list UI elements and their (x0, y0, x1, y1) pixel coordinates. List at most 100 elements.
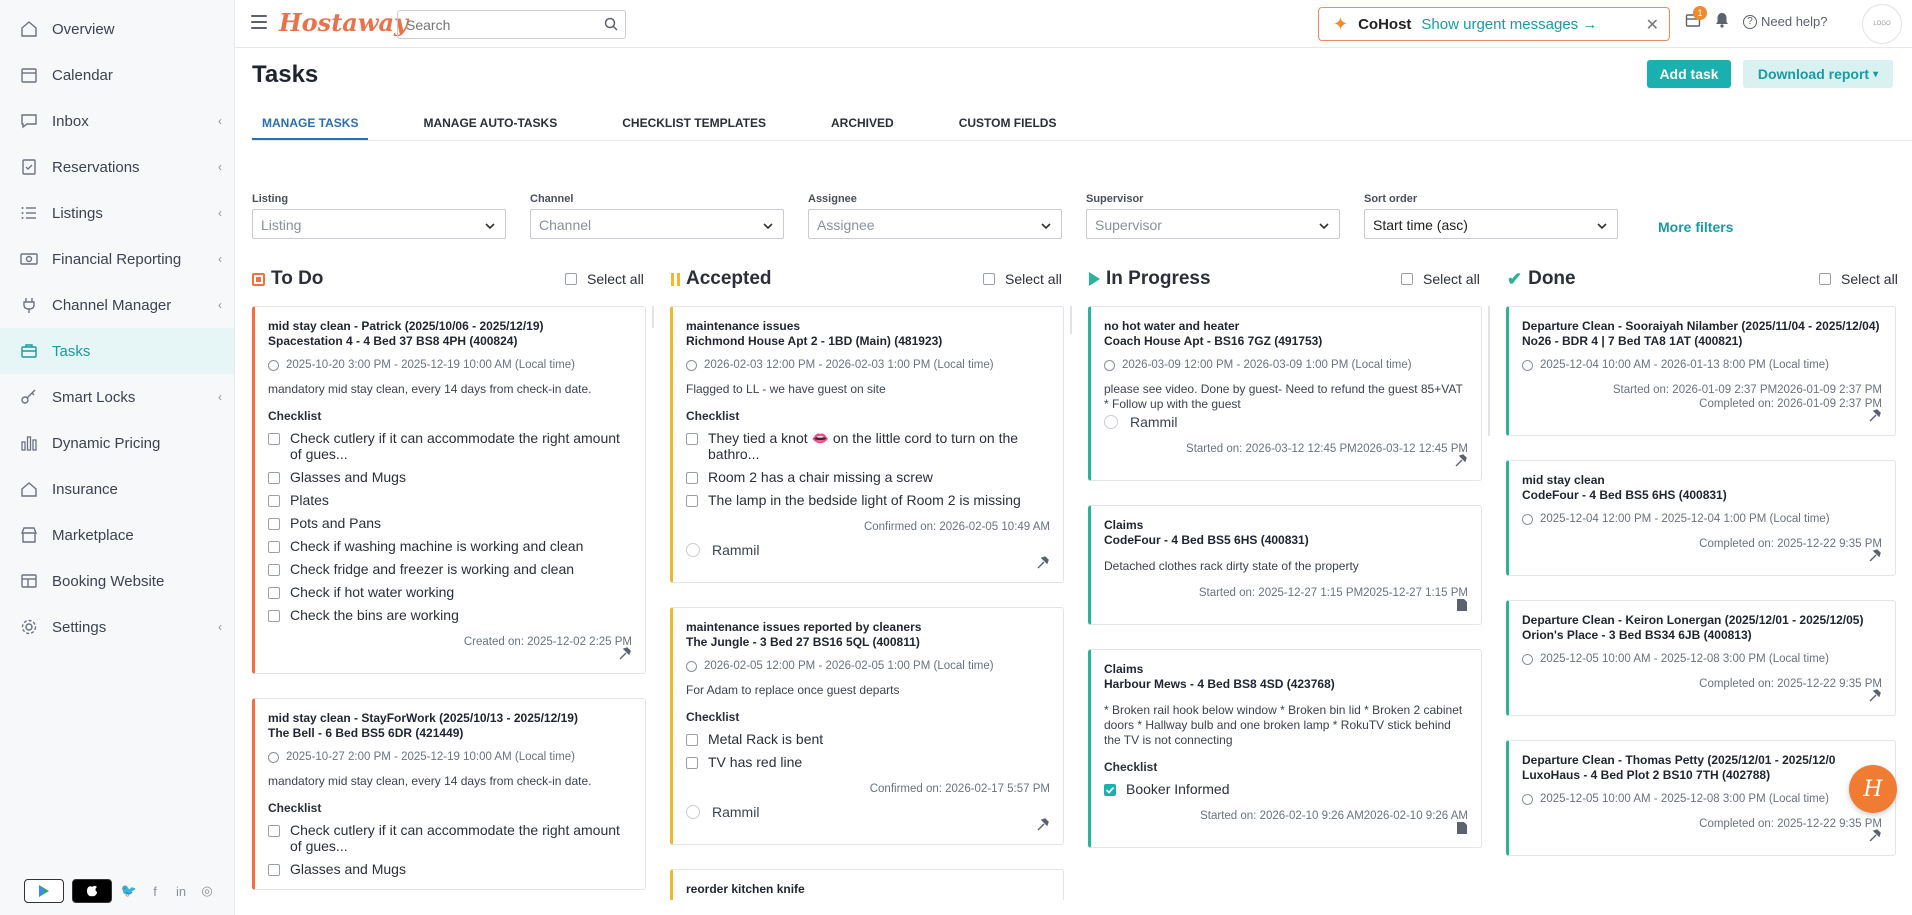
checklist-item[interactable]: Metal Rack is bent (686, 731, 1050, 747)
task-card[interactable]: Departure Clean - Sooraiyah Nilamber (20… (1506, 306, 1896, 436)
task-card[interactable]: Departure Clean - Thomas Petty (2025/12/… (1506, 740, 1896, 856)
twitter-icon[interactable]: 🐦 (120, 883, 138, 899)
select-all-todo[interactable]: Select all (565, 271, 644, 287)
task-title[interactable]: mid stay clean - StayForWork (2025/10/13… (268, 711, 632, 726)
sidebar-item-calendar[interactable]: Calendar (0, 52, 234, 98)
facebook-icon[interactable]: f (146, 884, 164, 899)
avatar[interactable]: LOGO (1862, 4, 1902, 44)
checklist-item[interactable]: Check the bins are working (268, 607, 632, 623)
filter-select[interactable]: Listing (252, 209, 506, 239)
task-title[interactable]: maintenance issues reported by cleaners (686, 620, 1050, 635)
checklist-item[interactable]: TV has red line (686, 754, 1050, 770)
checklist-checkbox[interactable] (268, 587, 280, 599)
filter-select[interactable]: Channel (530, 209, 784, 239)
sidebar-item-tasks[interactable]: Tasks (0, 328, 234, 374)
checklist-item[interactable]: Booker Informed (1104, 781, 1468, 797)
download-report-button[interactable]: Download report ▾ (1743, 60, 1893, 88)
hammer-icon[interactable] (1036, 556, 1049, 572)
filter-select[interactable]: Assignee (808, 209, 1062, 239)
task-title[interactable]: mid stay clean - Patrick (2025/10/06 - 2… (268, 319, 632, 334)
sidebar-item-marketplace[interactable]: Marketplace (0, 512, 234, 558)
checklist-checkbox[interactable] (686, 433, 698, 445)
sidebar-item-overview[interactable]: Overview (0, 6, 234, 52)
task-card[interactable]: Claims Harbour Mews - 4 Bed BS8 4SD (4237… (1088, 649, 1482, 848)
checklist-checkbox[interactable] (686, 734, 698, 746)
task-card[interactable]: mid stay clean CodeFour - 4 Bed BS5 6HS (… (1506, 460, 1896, 576)
checklist-item[interactable]: Check cutlery if it can accommodate the … (268, 822, 632, 854)
chevron-left-icon[interactable]: ‹ (218, 114, 222, 128)
checklist-item[interactable]: Check if washing machine is working and … (268, 538, 632, 554)
sidebar-item-reservations[interactable]: Reservations ‹ (0, 144, 234, 190)
checklist-checkbox[interactable] (268, 825, 280, 837)
tab-manage-tasks[interactable]: MANAGE TASKS (252, 110, 369, 140)
checklist-item[interactable]: Room 2 has a chair missing a screw (686, 469, 1050, 485)
sidebar-item-financial-reporting[interactable]: Financial Reporting ‹ (0, 236, 234, 282)
more-filters-link[interactable]: More filters (1658, 219, 1733, 235)
select-all-checkbox[interactable] (1401, 273, 1413, 285)
checklist-item[interactable]: They tied a knot 👄 on the little cord to… (686, 430, 1050, 462)
sidebar-item-dynamic-pricing[interactable]: Dynamic Pricing (0, 420, 234, 466)
tab-checklist-templates[interactable]: CHECKLIST TEMPLATES (612, 110, 776, 140)
chevron-left-icon[interactable]: ‹ (218, 390, 222, 404)
task-card[interactable]: Departure Clean - Keiron Lonergan (2025/… (1506, 600, 1896, 716)
task-title[interactable]: maintenance issues (686, 319, 1050, 334)
select-all-done[interactable]: Select all (1819, 271, 1898, 287)
search-box[interactable] (397, 10, 626, 39)
checklist-checkbox[interactable] (268, 472, 280, 484)
sidebar-item-settings[interactable]: Settings ‹ (0, 604, 234, 650)
tab-archived[interactable]: ARCHIVED (821, 110, 904, 140)
select-all-checkbox[interactable] (1819, 273, 1831, 285)
linkedin-icon[interactable]: in (172, 884, 190, 899)
checklist-item[interactable]: Check fridge and freezer is working and … (268, 561, 632, 577)
filter-select[interactable]: Start time (asc) (1364, 209, 1618, 239)
task-title[interactable]: Departure Clean - Sooraiyah Nilamber (20… (1522, 319, 1882, 334)
task-title[interactable]: Claims (1104, 662, 1468, 677)
task-card[interactable]: mid stay clean - StayForWork (2025/10/13… (252, 698, 646, 890)
show-urgent-messages-link[interactable]: Show urgent messages → (1421, 16, 1597, 33)
checklist-checkbox[interactable] (686, 757, 698, 769)
checklist-item[interactable]: The lamp in the bedside light of Room 2 … (686, 492, 1050, 508)
task-card[interactable]: Claims CodeFour - 4 Bed BS5 6HS (400831) D… (1088, 505, 1482, 625)
checklist-checkbox[interactable] (268, 433, 280, 445)
sidebar-item-channel-manager[interactable]: Channel Manager ‹ (0, 282, 234, 328)
scrollbar[interactable] (652, 306, 654, 328)
checklist-item[interactable]: Check if hot water working (268, 584, 632, 600)
chevron-left-icon[interactable]: ‹ (218, 252, 222, 266)
checklist-item[interactable]: Plates (268, 492, 632, 508)
task-title[interactable]: Departure Clean - Thomas Petty (2025/12/… (1522, 753, 1882, 768)
checklist-checkbox[interactable] (686, 495, 698, 507)
checklist-item[interactable]: Check cutlery if it can accommodate the … (268, 430, 632, 462)
checklist-checkbox[interactable] (268, 518, 280, 530)
select-all-accepted[interactable]: Select all (983, 271, 1062, 287)
chevron-left-icon[interactable]: ‹ (218, 298, 222, 312)
task-title[interactable]: Departure Clean - Keiron Lonergan (2025/… (1522, 613, 1882, 628)
help-link[interactable]: ? Need help? (1743, 14, 1828, 29)
checklist-item[interactable]: Glasses and Mugs (268, 861, 632, 877)
sidebar-item-inbox[interactable]: Inbox ‹ (0, 98, 234, 144)
checklist-checkbox-checked[interactable] (1104, 784, 1116, 796)
tab-manage-auto-tasks[interactable]: MANAGE AUTO-TASKS (413, 110, 567, 140)
checklist-checkbox[interactable] (268, 495, 280, 507)
checklist-checkbox[interactable] (268, 864, 280, 876)
hammer-icon[interactable] (1868, 829, 1881, 845)
task-title[interactable]: Claims (1104, 518, 1468, 533)
task-card[interactable]: mid stay clean - Patrick (2025/10/06 - 2… (252, 306, 646, 674)
hammer-icon[interactable] (1036, 818, 1049, 834)
app-store-button[interactable] (72, 879, 112, 903)
task-card[interactable]: maintenance issues Richmond House Apt 2 -… (670, 306, 1064, 583)
document-icon[interactable] (1457, 822, 1467, 837)
search-input[interactable] (406, 16, 596, 33)
chevron-left-icon[interactable]: ‹ (218, 620, 222, 634)
hammer-icon[interactable] (1868, 549, 1881, 565)
hammer-icon[interactable] (1868, 689, 1881, 705)
checklist-checkbox[interactable] (268, 610, 280, 622)
hammer-icon[interactable] (1868, 409, 1881, 425)
bell-icon[interactable] (1715, 12, 1729, 31)
tab-custom-fields[interactable]: CUSTOM FIELDS (949, 110, 1067, 140)
select-all-inprogress[interactable]: Select all (1401, 271, 1480, 287)
checklist-item[interactable]: Glasses and Mugs (268, 469, 632, 485)
task-card[interactable]: no hot water and heater Coach House Apt -… (1088, 306, 1482, 481)
hammer-icon[interactable] (1454, 454, 1467, 470)
document-icon[interactable] (1457, 599, 1467, 614)
logo[interactable]: Hostaway (279, 8, 408, 37)
